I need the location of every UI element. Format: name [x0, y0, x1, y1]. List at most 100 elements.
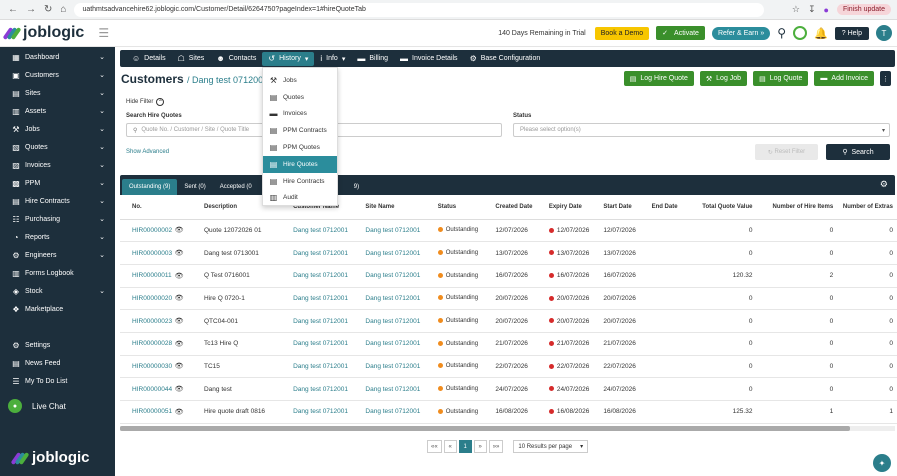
column-header[interactable]: Expiry Date: [548, 195, 604, 220]
sidebar-item-reports[interactable]: ◔ Reports ⌄: [0, 228, 115, 246]
customer-name-link[interactable]: Dang test 0712001: [293, 264, 366, 288]
table-row[interactable]: HIR00000044 👁 Dang test Dang test 0712001 Da…: [120, 377, 897, 401]
quote-number-link[interactable]: HIR00000030: [120, 355, 175, 379]
status-tab[interactable]: Sent (0): [177, 179, 212, 195]
view-eye-icon[interactable]: 👁: [174, 287, 204, 311]
quote-number-link[interactable]: HIR00000051: [120, 400, 175, 424]
menu-toggle-icon[interactable]: ☰: [98, 26, 109, 40]
column-header[interactable]: [174, 195, 204, 220]
finish-update-button[interactable]: Finish update: [836, 4, 891, 15]
site-name-link[interactable]: Dang test 0712001: [365, 355, 438, 379]
customer-name-link[interactable]: Dang test 0712001: [293, 332, 366, 356]
search-icon[interactable]: ⚲: [777, 26, 786, 40]
table-row[interactable]: HIR00000028 👁 Tc13 Hire Q Dang test 0712001…: [120, 332, 897, 356]
horizontal-scrollbar[interactable]: [120, 426, 895, 431]
sidebar-item-customers[interactable]: ▣ Customers ⌄: [0, 66, 115, 84]
tab-history[interactable]: ↺ History ▾: [262, 51, 315, 66]
menu-item-jobs[interactable]: ⚒ Jobs: [263, 72, 337, 89]
column-header[interactable]: No.: [120, 195, 175, 220]
site-name-link[interactable]: Dang test 0712001: [365, 241, 438, 265]
site-name-link[interactable]: Dang test 0712001: [365, 400, 438, 424]
reset-filter-button[interactable]: ↻ Reset Filter: [755, 144, 818, 160]
last-page-button[interactable]: »»: [488, 440, 504, 453]
quote-number-link[interactable]: HIR00000028: [120, 332, 175, 356]
notification-bell-icon[interactable]: 🔔: [814, 27, 828, 40]
tab-contacts[interactable]: ☻ Contacts: [210, 52, 262, 66]
forward-icon[interactable]: →: [26, 4, 36, 15]
sidebar-item-quotes[interactable]: ▧ Quotes ⌄: [0, 138, 115, 156]
hide-filter-toggle[interactable]: Hide Filter ⌃: [126, 98, 165, 106]
table-row[interactable]: HIR00000023 👁 QTC04-001 Dang test 0712001 Da…: [120, 309, 897, 333]
tab-base-configuration[interactable]: ⚙ Base Configuration: [464, 52, 547, 66]
sidebar-item-invoices[interactable]: ▨ Invoices ⌄: [0, 156, 115, 174]
customer-name-link[interactable]: Dang test 0712001: [293, 355, 366, 379]
view-eye-icon[interactable]: 👁: [174, 264, 204, 288]
column-header[interactable]: Number of Extras: [839, 195, 897, 220]
user-avatar[interactable]: T: [876, 25, 892, 41]
site-name-link[interactable]: Dang test 0712001: [365, 332, 438, 356]
column-header[interactable]: Start Date: [603, 195, 652, 220]
menu-item-quotes[interactable]: ▤ Quotes: [263, 89, 337, 106]
sidebar-item-assets[interactable]: ▥ Assets ⌄: [0, 102, 115, 120]
show-advanced-link[interactable]: Show Advanced: [126, 149, 169, 155]
prev-page-button[interactable]: «: [443, 440, 457, 453]
status-tab[interactable]: 9): [347, 179, 366, 195]
menu-item-ppm-contracts[interactable]: ▤ PPM Contracts: [263, 122, 337, 139]
customer-name-link[interactable]: Dang test 0712001: [293, 377, 366, 401]
sidebar-item-ppm[interactable]: ▩ PPM ⌄: [0, 174, 115, 192]
table-row[interactable]: HIR00000020 👁 Hire Q 0720-1 Dang test 07120…: [120, 287, 897, 311]
sidebar-item-sites[interactable]: ▤ Sites ⌄: [0, 84, 115, 102]
help-button[interactable]: ? Help: [834, 26, 869, 40]
view-eye-icon[interactable]: 👁: [174, 241, 204, 265]
menu-item-hire-quotes[interactable]: ▤ Hire Quotes: [263, 155, 337, 173]
home-icon[interactable]: ⌂: [60, 4, 66, 15]
menu-item-audit[interactable]: ▥ Audit: [263, 190, 337, 207]
first-page-button[interactable]: ««: [427, 440, 442, 453]
sidebar-item-dashboard[interactable]: ▦ Dashboard ⌄: [0, 48, 115, 66]
quote-number-link[interactable]: HIR00000011: [120, 264, 175, 288]
tab-info[interactable]: i Info ▾: [314, 52, 351, 66]
view-eye-icon[interactable]: 👁: [174, 400, 204, 424]
search-button[interactable]: ⚲ Search: [826, 144, 890, 160]
tab-details[interactable]: ☺ Details: [126, 52, 172, 66]
quote-number-link[interactable]: HIR00000044: [120, 377, 175, 401]
joblogic-logo[interactable]: joblogic: [2, 24, 84, 42]
column-header[interactable]: Total Quote Value: [692, 195, 759, 220]
quote-number-link[interactable]: HIR00000020: [120, 287, 175, 311]
refer-earn-button[interactable]: Refer & Earn »: [711, 26, 771, 40]
customer-name-link[interactable]: Dang test 0712001: [293, 219, 366, 243]
sidebar-item-stock[interactable]: ◈ Stock ⌄: [0, 282, 115, 300]
quote-number-link[interactable]: HIR00000003: [120, 241, 175, 265]
tab-billing[interactable]: ▬ Billing: [351, 52, 394, 66]
gear-icon[interactable]: ⚙: [880, 179, 888, 190]
back-icon[interactable]: ←: [8, 4, 18, 15]
site-name-link[interactable]: Dang test 0712001: [365, 264, 438, 288]
activate-button[interactable]: ✓ Activate: [656, 26, 705, 40]
page-size-select[interactable]: 10 Results per page ▾: [513, 440, 589, 453]
column-header[interactable]: Site Name: [365, 195, 438, 220]
view-eye-icon[interactable]: 👁: [174, 377, 204, 401]
site-name-link[interactable]: Dang test 0712001: [365, 219, 438, 243]
assist-fab-icon[interactable]: ✦: [873, 454, 891, 472]
log-hire-quote-button[interactable]: ▤ Log Hire Quote: [623, 71, 694, 86]
live-chat-button[interactable]: ● Live Chat: [8, 399, 66, 413]
next-page-button[interactable]: »: [473, 440, 487, 453]
address-bar[interactable]: uathmtsadvancehire62.joblogic.com/Custom…: [74, 2, 765, 17]
more-options-button[interactable]: ⋮: [880, 71, 891, 86]
table-row[interactable]: HIR00000002 👁 Quote 12072026 01 Dang test 0…: [120, 219, 897, 243]
column-header[interactable]: Created Date: [495, 195, 549, 220]
table-row[interactable]: HIR00000003 👁 Dang test 0713001 Dang test 0…: [120, 241, 897, 265]
site-name-link[interactable]: Dang test 0712001: [365, 309, 438, 333]
log-quote-button[interactable]: ▤ Log Quote: [753, 71, 809, 86]
customer-name-link[interactable]: Dang test 0712001: [293, 309, 366, 333]
reload-icon[interactable]: ↻: [44, 4, 52, 15]
sidebar-item-marketplace[interactable]: ❖ Marketplace: [0, 300, 115, 318]
customer-name-link[interactable]: Dang test 0712001: [293, 400, 366, 424]
sidebar-item-jobs[interactable]: ⚒ Jobs ⌄: [0, 120, 115, 138]
title-customer[interactable]: / Dang test 0712001: [187, 75, 268, 85]
view-eye-icon[interactable]: 👁: [174, 309, 204, 333]
menu-item-hire-contracts[interactable]: ▤ Hire Contracts: [263, 173, 337, 190]
table-row[interactable]: HIR00000051 👁 Hire quote draft 0816 Dang te…: [120, 400, 897, 424]
book-demo-button[interactable]: Book a Demo: [594, 26, 650, 40]
site-name-link[interactable]: Dang test 0712001: [365, 287, 438, 311]
